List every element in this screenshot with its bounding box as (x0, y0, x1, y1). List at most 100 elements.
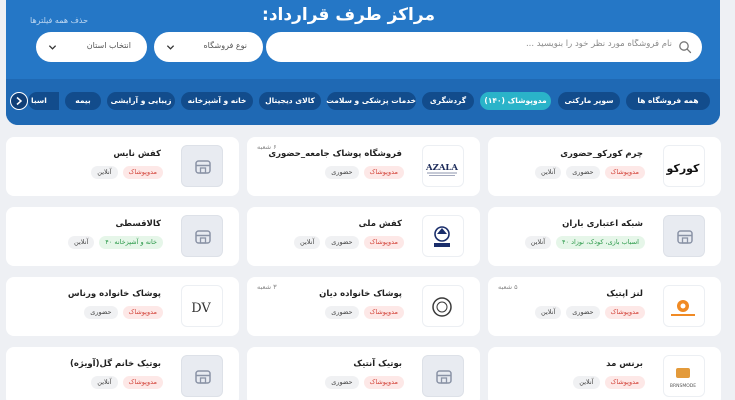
store-name: بوتیک خانم گل(آویژه) (70, 359, 161, 369)
category-chip-tourism[interactable]: گردشگری (422, 92, 474, 110)
store-tag: مدوپوشاک (363, 306, 404, 319)
azala-logo-text: AZALA (425, 163, 458, 173)
store-tags: مدوپوشاک آنلاین (91, 166, 163, 179)
store-tag: مدوپوشاک (363, 236, 404, 249)
store-logo: AZALA (422, 145, 464, 187)
melli-logo-icon (434, 226, 450, 247)
store-card[interactable]: DV پوشاک خانواده ورناس مدوپوشاک حضوری (6, 277, 239, 336)
store-card[interactable]: بوتیک آنتیک مدوپوشاک حضوری (247, 347, 480, 400)
store-logo-placeholder (422, 355, 464, 397)
store-tag: آنلاین (535, 306, 562, 319)
search-box[interactable] (266, 32, 702, 62)
store-card[interactable]: BRNSMODE برنس مد مدوپوشاک آنلاین (488, 347, 721, 400)
store-tag: مدوپوشاک (363, 376, 404, 389)
store-tag: حضوری (325, 166, 359, 179)
store-name: بوتیک آنتیک (353, 359, 402, 369)
store-tags: مدوپوشاک آنلاین (573, 376, 645, 389)
store-name: شبکه اعتباری باران (562, 219, 643, 229)
store-tag: آنلاین (68, 236, 95, 249)
store-tag: آنلاین (535, 166, 562, 179)
store-tags: مدوپوشاک حضوری (325, 306, 404, 319)
chevron-down-icon (166, 45, 175, 50)
store-name: کفش نایس (113, 149, 161, 159)
category-next-button[interactable] (10, 92, 28, 110)
store-name: کفش ملی (358, 219, 402, 229)
store-logo: BRNSMODE (663, 355, 705, 397)
store-card[interactable]: پوشاک خانواده دیان مدوپوشاک حضوری ۳ شعبه (247, 277, 480, 336)
storefront-icon (195, 370, 211, 384)
store-card[interactable]: لنز اپتیک مدوپوشاک حضوری آنلاین ۵ شعبه (488, 277, 721, 336)
category-chip-digital[interactable]: کالای دیجیتال (259, 92, 321, 110)
store-tag: مدوپوشاک (604, 306, 645, 319)
storefront-icon (195, 160, 211, 174)
brns-logo-text: BRNSMODE (670, 383, 696, 389)
search-input[interactable] (296, 39, 672, 49)
store-tag: مدوپوشاک (122, 166, 163, 179)
store-card[interactable]: کفش ملی مدوپوشاک حضوری آنلاین (247, 207, 480, 266)
store-tag: حضوری (566, 306, 600, 319)
category-chip-fashion[interactable]: مدوپوشاک (۱۴۰) (480, 92, 551, 110)
store-type-select[interactable]: نوع فروشگاه (154, 32, 263, 62)
azala-logo-icon: AZALA (425, 163, 458, 176)
storefront-icon (677, 230, 693, 244)
store-logo (422, 285, 464, 327)
store-tags: مدوپوشاک حضوری آنلاین (535, 166, 645, 179)
dian-logo-icon (432, 297, 452, 317)
store-tag: آنلاین (573, 376, 600, 389)
store-type-label: نوع فروشگاه (203, 41, 247, 50)
store-card[interactable]: کفش نایس مدوپوشاک آنلاین (6, 137, 239, 196)
branch-count: ۶ شعبه (257, 143, 277, 151)
store-tags: اسباب بازی، کودک، نوزاد ۴۰ آنلاین (524, 236, 645, 249)
store-name: فروشگاه پوشاک جامعه_حضوری (268, 149, 402, 159)
store-card[interactable]: شبکه اعتباری باران اسباب بازی، کودک، نوز… (488, 207, 721, 266)
search-icon (679, 41, 692, 54)
store-name: کالاقسطی (115, 219, 161, 229)
store-tag: مدوپوشاک (122, 376, 163, 389)
store-card[interactable]: AZALA فروشگاه پوشاک جامعه_حضوری مدوپوشاک… (247, 137, 480, 196)
store-tags: مدوپوشاک حضوری (325, 376, 404, 389)
store-tag: حضوری (84, 306, 118, 319)
store-tags: خانه و آشپزخانه ۴۰ آنلاین (68, 236, 163, 249)
store-card[interactable]: بوتیک خانم گل(آویژه) مدوپوشاک آنلاین (6, 347, 239, 400)
store-logo-placeholder (181, 215, 223, 257)
clear-filters-link[interactable]: حذف همه فیلترها (30, 16, 88, 25)
brns-logo-icon: BRNSMODE (670, 368, 696, 389)
category-chip-toys[interactable]: اسبا (28, 92, 59, 110)
province-select[interactable]: انتخاب استان (36, 32, 147, 62)
store-tag: حضوری (566, 166, 600, 179)
branch-count: ۳ شعبه (257, 283, 277, 291)
store-logo (422, 215, 464, 257)
store-tag: آنلاین (91, 376, 118, 389)
storefront-icon (436, 370, 452, 384)
store-tag: آنلاین (524, 236, 552, 249)
store-tag: آنلاین (91, 166, 118, 179)
store-name: پوشاک خانواده ورناس (67, 289, 161, 299)
store-tag: حضوری (325, 306, 359, 319)
korko-logo-text: کورکو (666, 162, 701, 175)
store-tag: مدوپوشاک (363, 166, 404, 179)
store-tag: اسباب بازی، کودک، نوزاد ۴۰ (556, 236, 645, 249)
store-logo-placeholder (181, 145, 223, 187)
category-chip-medical[interactable]: خدمات پزشکی و سلامت (326, 92, 416, 110)
category-chip-beauty[interactable]: زیبایی و آرایشی (107, 92, 175, 110)
category-chip-all[interactable]: همه فروشگاه ها (626, 92, 710, 110)
dv-logo-icon: DV (191, 301, 211, 316)
store-card[interactable]: کالاقسطی خانه و آشپزخانه ۴۰ آنلاین (6, 207, 239, 266)
chevron-right-icon (16, 96, 23, 106)
category-chip-supermarket[interactable]: سوپر مارکتی (558, 92, 620, 110)
store-tag: مدوپوشاک (604, 166, 645, 179)
chevron-down-icon (48, 45, 57, 50)
store-tag: مدوپوشاک (122, 306, 163, 319)
province-label: انتخاب استان (86, 41, 131, 50)
store-card[interactable]: کورکو چرم کورکو_حضوری مدوپوشاک حضوری آنل… (488, 137, 721, 196)
store-logo-placeholder (181, 355, 223, 397)
store-logo: DV (181, 285, 223, 327)
store-name: برنس مد (606, 359, 643, 369)
store-tag: حضوری (325, 376, 359, 389)
category-chip-insurance[interactable]: بیمه (65, 92, 101, 110)
store-tags: مدوپوشاک آنلاین (91, 376, 163, 389)
storefront-icon (195, 230, 211, 244)
category-chip-home[interactable]: خانه و آشپزخانه (181, 92, 253, 110)
store-tag: حضوری (325, 236, 359, 249)
store-tags: مدوپوشاک حضوری (325, 166, 404, 179)
